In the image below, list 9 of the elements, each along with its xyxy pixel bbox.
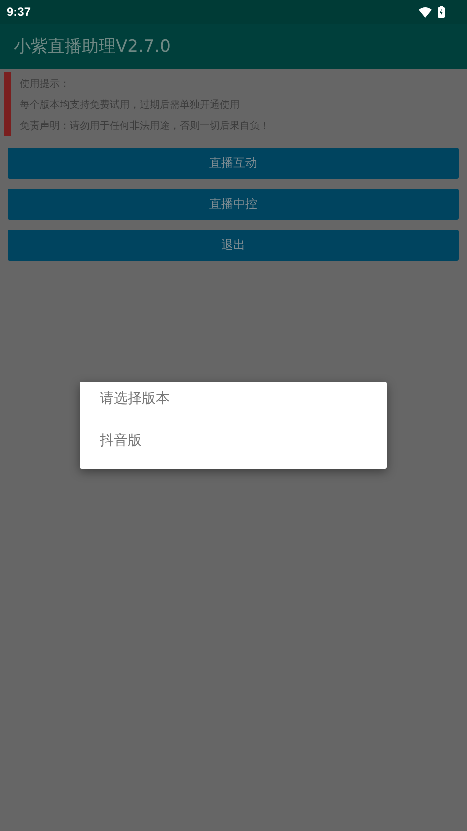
version-option[interactable]: 抖音版 — [100, 432, 387, 450]
status-time: 9:37 — [7, 5, 32, 19]
dialog-title: 请选择版本 — [100, 390, 171, 408]
menu-button[interactable]: 退出 — [8, 230, 459, 261]
wifi-icon — [419, 6, 432, 18]
app-title: 小紫直播助理V2.7.0 — [14, 36, 171, 58]
menu-button[interactable]: 直播中控 — [8, 189, 459, 220]
battery-icon — [438, 6, 445, 18]
menu-button[interactable]: 直播互动 — [8, 148, 459, 179]
